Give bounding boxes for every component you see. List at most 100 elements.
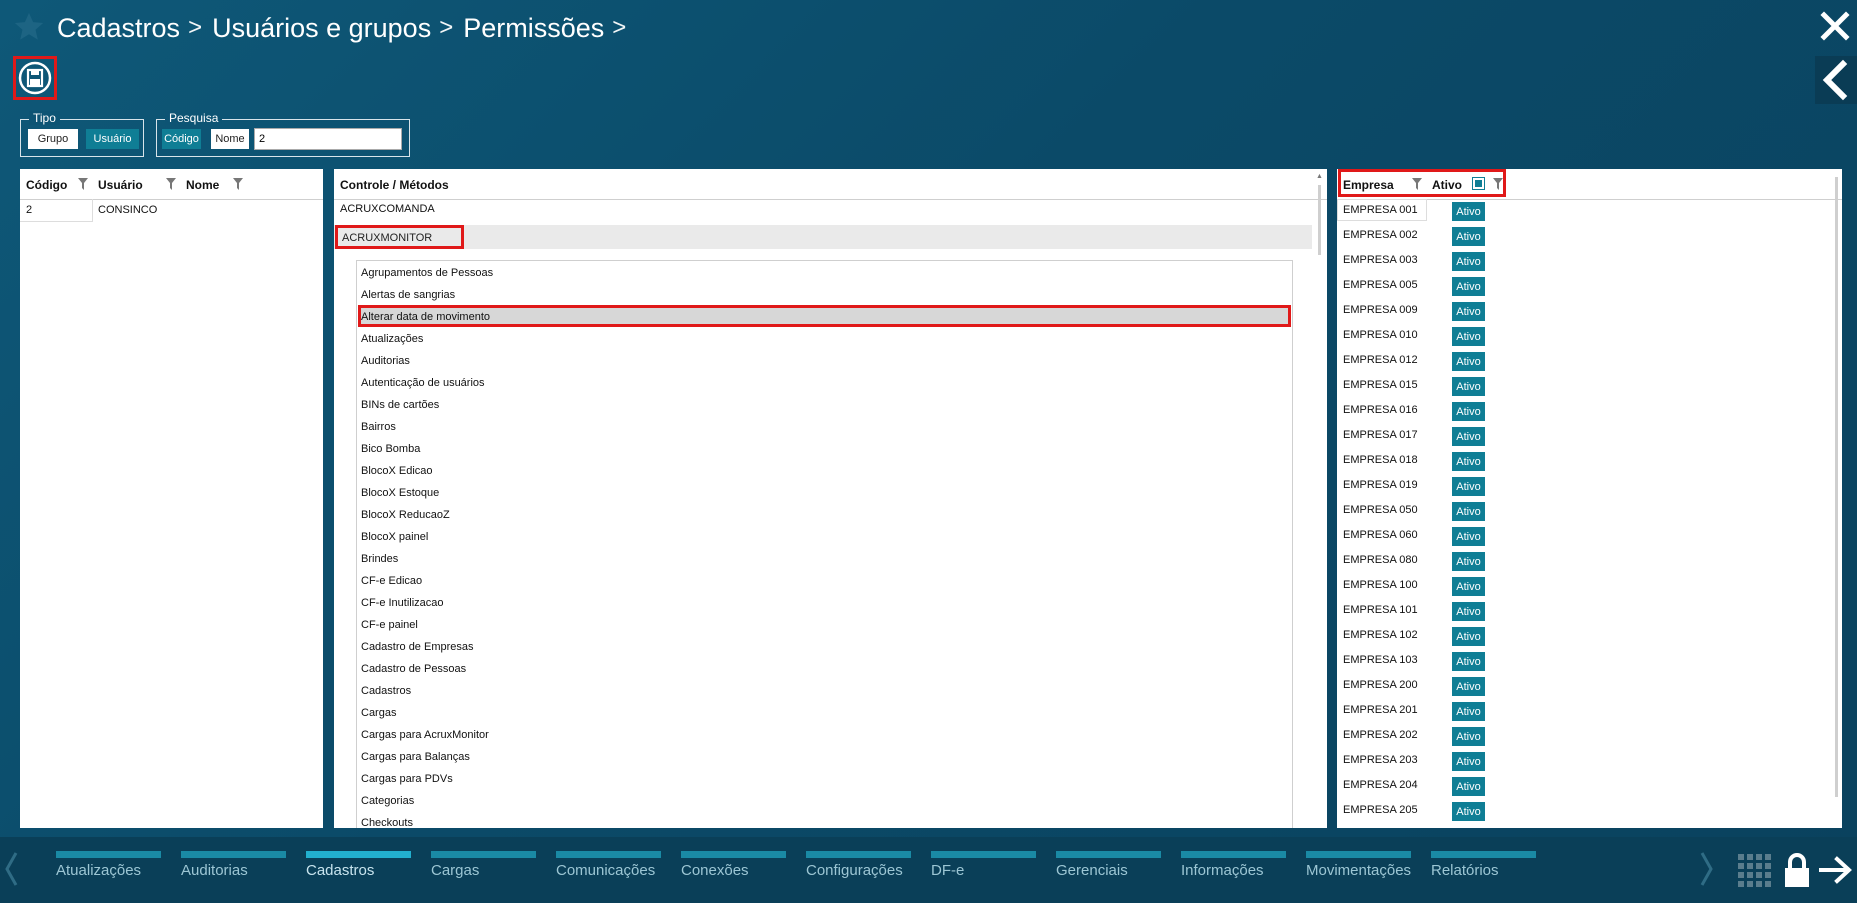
empresa-name[interactable]: EMPRESA 018 — [1343, 454, 1418, 466]
ativo-badge[interactable]: Ativo — [1452, 802, 1485, 821]
breadcrumb-usuarios-grupos[interactable]: Usuários e grupos — [212, 13, 431, 44]
grid-icon[interactable] — [1738, 854, 1771, 887]
method-item[interactable]: BlocoX Edicao — [361, 465, 433, 477]
method-item[interactable]: CF-e Edicao — [361, 575, 422, 587]
pesquisa-codigo-button[interactable]: Código — [162, 129, 201, 149]
filter-icon[interactable] — [233, 178, 243, 190]
empresa-name[interactable]: EMPRESA 200 — [1343, 679, 1418, 691]
method-item[interactable]: Cargas para AcruxMonitor — [361, 729, 489, 741]
tipo-grupo-button[interactable]: Grupo — [28, 129, 78, 149]
ativo-badge[interactable]: Ativo — [1452, 377, 1485, 396]
col-codigo[interactable]: Código — [26, 178, 67, 192]
method-item[interactable]: BlocoX Estoque — [361, 487, 439, 499]
ativo-badge[interactable]: Ativo — [1452, 402, 1485, 421]
method-item[interactable]: CF-e painel — [361, 619, 418, 631]
empresa-name[interactable]: EMPRESA 201 — [1343, 704, 1418, 716]
ativo-badge[interactable]: Ativo — [1452, 652, 1485, 671]
ativo-badge[interactable]: Ativo — [1452, 427, 1485, 446]
search-input[interactable] — [254, 128, 402, 150]
col-nome[interactable]: Nome — [186, 178, 219, 192]
ativo-badge[interactable]: Ativo — [1452, 602, 1485, 621]
method-item[interactable]: CF-e Inutilizacao — [361, 597, 444, 609]
method-item[interactable]: Autenticação de usuários — [361, 377, 485, 389]
col-usuario[interactable]: Usuário — [98, 178, 143, 192]
method-item[interactable]: BINs de cartões — [361, 399, 439, 411]
empresa-name[interactable]: EMPRESA 103 — [1343, 654, 1418, 666]
empresa-name[interactable]: EMPRESA 001 — [1343, 204, 1418, 216]
ativo-badge[interactable]: Ativo — [1452, 677, 1485, 696]
empresa-name[interactable]: EMPRESA 102 — [1343, 629, 1418, 641]
method-item[interactable]: Bairros — [361, 421, 396, 433]
ativo-badge[interactable]: Ativo — [1452, 577, 1485, 596]
empresa-name[interactable]: EMPRESA 060 — [1343, 529, 1418, 541]
filter-icon[interactable] — [166, 178, 176, 190]
ativo-badge[interactable]: Ativo — [1452, 202, 1485, 221]
empresa-name[interactable]: EMPRESA 003 — [1343, 254, 1418, 266]
empresa-name[interactable]: EMPRESA 050 — [1343, 504, 1418, 516]
favorite-star-icon[interactable] — [12, 10, 46, 44]
empresa-scrollbar[interactable] — [1832, 173, 1842, 828]
ativo-badge[interactable]: Ativo — [1452, 302, 1485, 321]
ativo-badge[interactable]: Ativo — [1452, 627, 1485, 646]
method-item[interactable]: Brindes — [361, 553, 398, 565]
method-item[interactable]: Cadastro de Empresas — [361, 641, 474, 653]
method-item[interactable]: Categorias — [361, 795, 414, 807]
empresa-name[interactable]: EMPRESA 019 — [1343, 479, 1418, 491]
ativo-badge[interactable]: Ativo — [1452, 752, 1485, 771]
method-item[interactable]: Bico Bomba — [361, 443, 420, 455]
method-item[interactable]: Alterar data de movimento — [361, 311, 490, 323]
empresa-name[interactable]: EMPRESA 002 — [1343, 229, 1418, 241]
empresa-name[interactable]: EMPRESA 204 — [1343, 779, 1418, 791]
empresa-name[interactable]: EMPRESA 203 — [1343, 754, 1418, 766]
table-row[interactable]: 2 — [20, 199, 93, 222]
method-item[interactable]: Agrupamentos de Pessoas — [361, 267, 493, 279]
empresa-name[interactable]: EMPRESA 016 — [1343, 404, 1418, 416]
method-item[interactable]: Cargas — [361, 707, 396, 719]
ativo-badge[interactable]: Ativo — [1452, 352, 1485, 371]
method-item[interactable]: Cargas para PDVs — [361, 773, 453, 785]
empresa-name[interactable]: EMPRESA 202 — [1343, 729, 1418, 741]
ativo-badge[interactable]: Ativo — [1452, 502, 1485, 521]
breadcrumb-permissoes[interactable]: Permissões — [463, 13, 604, 44]
empresa-name[interactable]: EMPRESA 205 — [1343, 804, 1418, 816]
save-button[interactable] — [13, 56, 57, 100]
empresa-name[interactable]: EMPRESA 015 — [1343, 379, 1418, 391]
tipo-usuario-button[interactable]: Usuário — [86, 129, 139, 149]
nav-next-icon[interactable] — [1700, 851, 1714, 887]
ativo-badge[interactable]: Ativo — [1452, 252, 1485, 271]
controls-scrollbar[interactable]: ▲ — [1315, 173, 1325, 828]
ativo-badge[interactable]: Ativo — [1452, 277, 1485, 296]
ativo-badge[interactable]: Ativo — [1452, 727, 1485, 746]
ativo-badge[interactable]: Ativo — [1452, 227, 1485, 246]
empresa-name[interactable]: EMPRESA 100 — [1343, 579, 1418, 591]
method-item[interactable]: Alertas de sangrias — [361, 289, 455, 301]
ativo-badge[interactable]: Ativo — [1452, 527, 1485, 546]
method-item[interactable]: Cadastro de Pessoas — [361, 663, 466, 675]
empresa-name[interactable]: EMPRESA 010 — [1343, 329, 1418, 341]
tree-item-acruxmonitor[interactable]: ACRUXMONITOR — [335, 225, 464, 249]
breadcrumb-cadastros[interactable]: Cadastros — [57, 13, 180, 44]
empresa-name[interactable]: EMPRESA 009 — [1343, 304, 1418, 316]
method-item[interactable]: Atualizações — [361, 333, 423, 345]
lock-icon[interactable] — [1783, 852, 1811, 888]
method-item[interactable]: Cadastros — [361, 685, 411, 697]
pesquisa-nome-button[interactable]: Nome — [211, 129, 249, 149]
empresa-name[interactable]: EMPRESA 005 — [1343, 279, 1418, 291]
tree-item-acruxcomanda[interactable]: ACRUXCOMANDA — [340, 203, 435, 215]
method-item[interactable]: BlocoX ReducaoZ — [361, 509, 450, 521]
logout-arrow-icon[interactable] — [1819, 855, 1853, 885]
ativo-badge[interactable]: Ativo — [1452, 702, 1485, 721]
empresa-name[interactable]: EMPRESA 101 — [1343, 604, 1418, 616]
nav-prev-icon[interactable] — [4, 851, 18, 887]
method-item[interactable]: Auditorias — [361, 355, 410, 367]
ativo-badge[interactable]: Ativo — [1452, 327, 1485, 346]
method-item[interactable]: Checkouts — [361, 817, 413, 828]
method-item[interactable]: BlocoX painel — [361, 531, 428, 543]
user-usuario[interactable]: CONSINCO — [98, 204, 157, 216]
ativo-badge[interactable]: Ativo — [1452, 777, 1485, 796]
empresa-name[interactable]: EMPRESA 017 — [1343, 429, 1418, 441]
ativo-badge[interactable]: Ativo — [1452, 552, 1485, 571]
ativo-badge[interactable]: Ativo — [1452, 477, 1485, 496]
empresa-name[interactable]: EMPRESA 012 — [1343, 354, 1418, 366]
back-button[interactable] — [1815, 56, 1857, 104]
